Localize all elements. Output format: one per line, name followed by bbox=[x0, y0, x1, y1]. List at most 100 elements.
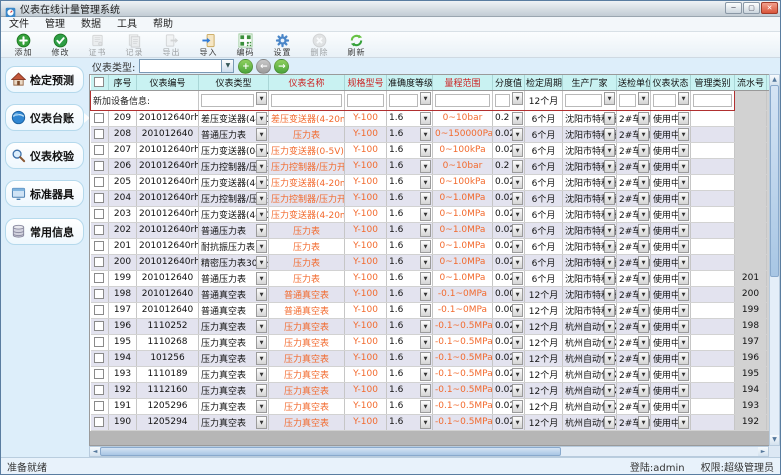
chevron-down-icon[interactable]: ▼ bbox=[638, 92, 649, 105]
chevron-down-icon[interactable]: ▼ bbox=[512, 272, 523, 285]
column-header-status[interactable]: 仪表状态 bbox=[651, 75, 691, 90]
chevron-down-icon[interactable]: ▼ bbox=[604, 416, 615, 429]
chevron-down-icon[interactable]: ▼ bbox=[512, 144, 523, 157]
table-row[interactable]: 204201012640rhfrhy▼压力控制器/压力开压力控制器/压力开关Y-… bbox=[91, 190, 770, 206]
select-all-checkbox[interactable] bbox=[94, 77, 104, 87]
vertical-scrollbar[interactable]: ▲ ▼ bbox=[769, 74, 780, 446]
column-header-serial[interactable]: 流水号 bbox=[735, 75, 767, 90]
chevron-down-icon[interactable]: ▼ bbox=[638, 400, 649, 413]
menu-item-tools[interactable]: 工具 bbox=[109, 17, 145, 32]
table-row[interactable]: 206201012640rhfrhy▼压力控制器/压力开压力控制器/压力开关Y-… bbox=[91, 158, 770, 174]
chevron-down-icon[interactable]: ▼ bbox=[604, 272, 615, 285]
chevron-down-icon[interactable]: ▼ bbox=[512, 92, 523, 105]
sidebar-item-calibration[interactable]: 仪表校验 bbox=[5, 142, 84, 169]
insert-accuracy-input[interactable] bbox=[389, 94, 418, 107]
chevron-down-icon[interactable]: ▼ bbox=[256, 256, 267, 269]
row-checkbox[interactable] bbox=[94, 369, 104, 379]
chevron-down-icon[interactable]: ▼ bbox=[256, 192, 267, 205]
chevron-down-icon[interactable]: ▼ bbox=[638, 352, 649, 365]
sidebar-item-predict[interactable]: 检定预测 bbox=[5, 66, 84, 93]
chevron-down-icon[interactable]: ▼ bbox=[638, 304, 649, 317]
chevron-down-icon[interactable]: ▼ bbox=[638, 208, 649, 221]
chevron-down-icon[interactable]: ▼ bbox=[256, 160, 267, 173]
chevron-down-icon[interactable]: ▼ bbox=[420, 224, 431, 237]
chevron-down-icon[interactable]: ▼ bbox=[604, 240, 615, 253]
chevron-down-icon[interactable]: ▼ bbox=[678, 208, 689, 221]
row-checkbox[interactable] bbox=[94, 177, 104, 187]
insert-division-input[interactable] bbox=[495, 94, 510, 107]
chevron-down-icon[interactable]: ▼ bbox=[604, 176, 615, 189]
chevron-down-icon[interactable]: ▼ bbox=[420, 416, 431, 429]
chevron-down-icon[interactable]: ▼ bbox=[638, 240, 649, 253]
chevron-down-icon[interactable]: ▼ bbox=[256, 208, 267, 221]
chevron-down-icon[interactable]: ▼ bbox=[420, 368, 431, 381]
chevron-down-icon[interactable]: ▼ bbox=[678, 176, 689, 189]
chevron-down-icon[interactable]: ▼ bbox=[604, 304, 615, 317]
row-checkbox[interactable] bbox=[94, 289, 104, 299]
chevron-down-icon[interactable]: ▼ bbox=[638, 160, 649, 173]
chevron-down-icon[interactable]: ▼ bbox=[256, 304, 267, 317]
table-row[interactable]: 1961110252▼压力真空表压力真空表Y-100▼1.6-0.1~0.5MP… bbox=[91, 318, 770, 334]
minimize-button[interactable]: ─ bbox=[725, 2, 742, 14]
chevron-down-icon[interactable]: ▼ bbox=[678, 192, 689, 205]
table-row[interactable]: 1951110268▼压力真空表压力真空表Y-100▼1.6-0.1~0.5MP… bbox=[91, 334, 770, 350]
sidebar-item-common[interactable]: 常用信息 bbox=[5, 218, 84, 245]
chevron-down-icon[interactable]: ▼ bbox=[512, 176, 523, 189]
chevron-down-icon[interactable]: ▼ bbox=[678, 256, 689, 269]
row-checkbox[interactable] bbox=[94, 337, 104, 347]
column-header-name[interactable]: 仪表名称 bbox=[269, 75, 345, 90]
chevron-down-icon[interactable]: ▼ bbox=[512, 400, 523, 413]
menu-item-help[interactable]: 帮助 bbox=[145, 17, 181, 32]
chevron-down-icon[interactable]: ▼ bbox=[604, 288, 615, 301]
horizontal-scrollbar[interactable]: ◄ ► bbox=[89, 446, 769, 457]
column-header-check[interactable] bbox=[91, 75, 109, 90]
close-button[interactable]: ✕ bbox=[761, 2, 778, 14]
insert-range-input[interactable] bbox=[435, 94, 490, 107]
chevron-down-icon[interactable]: ▼ bbox=[604, 224, 615, 237]
chevron-down-icon[interactable]: ▼ bbox=[678, 160, 689, 173]
chevron-down-icon[interactable]: ▼ bbox=[638, 224, 649, 237]
scroll-left-icon[interactable]: ◄ bbox=[90, 447, 100, 456]
chevron-down-icon[interactable]: ▼ bbox=[256, 144, 267, 157]
row-checkbox[interactable] bbox=[94, 417, 104, 427]
chevron-down-icon[interactable]: ▼ bbox=[638, 336, 649, 349]
chevron-down-icon[interactable]: ▼ bbox=[678, 112, 689, 125]
table-row[interactable]: 202201012640rhfrhy▼普通压力表压力表Y-100▼1.60~1.… bbox=[91, 222, 770, 238]
table-row[interactable]: 208201012640▼普通压力表压力表Y-100▼1.60~150000Pa… bbox=[91, 126, 770, 142]
chevron-down-icon[interactable]: ▼ bbox=[678, 240, 689, 253]
chevron-down-icon[interactable]: ▼ bbox=[604, 256, 615, 269]
insert-maker-input[interactable] bbox=[565, 94, 602, 107]
table-row[interactable]: 200201012640rhfrhy▼精密压力表300分格压力表Y-100▼1.… bbox=[91, 254, 770, 270]
chevron-down-icon[interactable]: ▼ bbox=[678, 288, 689, 301]
toolbar-settings-button[interactable]: 设置 bbox=[264, 33, 301, 58]
chevron-down-icon[interactable]: ▼ bbox=[678, 352, 689, 365]
chevron-down-icon[interactable]: ▼ bbox=[604, 144, 615, 157]
column-header-type[interactable]: 仪表类型 bbox=[199, 75, 269, 90]
row-checkbox[interactable] bbox=[94, 257, 104, 267]
chevron-down-icon[interactable]: ▼ bbox=[420, 160, 431, 173]
insert-status-input[interactable] bbox=[653, 94, 676, 107]
chevron-down-icon[interactable]: ▼ bbox=[420, 320, 431, 333]
chevron-down-icon[interactable]: ▼ bbox=[638, 144, 649, 157]
chevron-down-icon[interactable]: ▼ bbox=[678, 416, 689, 429]
chevron-down-icon[interactable]: ▼ bbox=[604, 384, 615, 397]
horizontal-scroll-thumb[interactable] bbox=[100, 447, 561, 456]
chevron-down-icon[interactable]: ▼ bbox=[638, 112, 649, 125]
chevron-down-icon[interactable]: ▼ bbox=[256, 320, 267, 333]
chevron-down-icon[interactable]: ▼ bbox=[638, 368, 649, 381]
chevron-down-icon[interactable]: ▼ bbox=[512, 208, 523, 221]
insert-unit-input[interactable] bbox=[619, 94, 636, 107]
insert-model-input[interactable] bbox=[347, 94, 384, 107]
column-header-maker[interactable]: 生产厂家 bbox=[563, 75, 617, 90]
chevron-down-icon[interactable]: ▼ bbox=[678, 336, 689, 349]
chevron-down-icon[interactable]: ▼ bbox=[420, 304, 431, 317]
column-header-code[interactable]: 仪表编号 bbox=[137, 75, 199, 90]
chevron-down-icon[interactable]: ▼ bbox=[256, 336, 267, 349]
chevron-down-icon[interactable]: ▼ bbox=[512, 336, 523, 349]
row-checkbox[interactable] bbox=[94, 305, 104, 315]
toolbar-refresh-button[interactable]: 刷新 bbox=[338, 33, 375, 58]
row-checkbox[interactable] bbox=[94, 385, 104, 395]
toolbar-import-button[interactable]: 导入 bbox=[190, 33, 227, 58]
chevron-down-icon[interactable]: ▼ bbox=[678, 272, 689, 285]
sidebar-item-standard[interactable]: 标准器具 bbox=[5, 180, 84, 207]
